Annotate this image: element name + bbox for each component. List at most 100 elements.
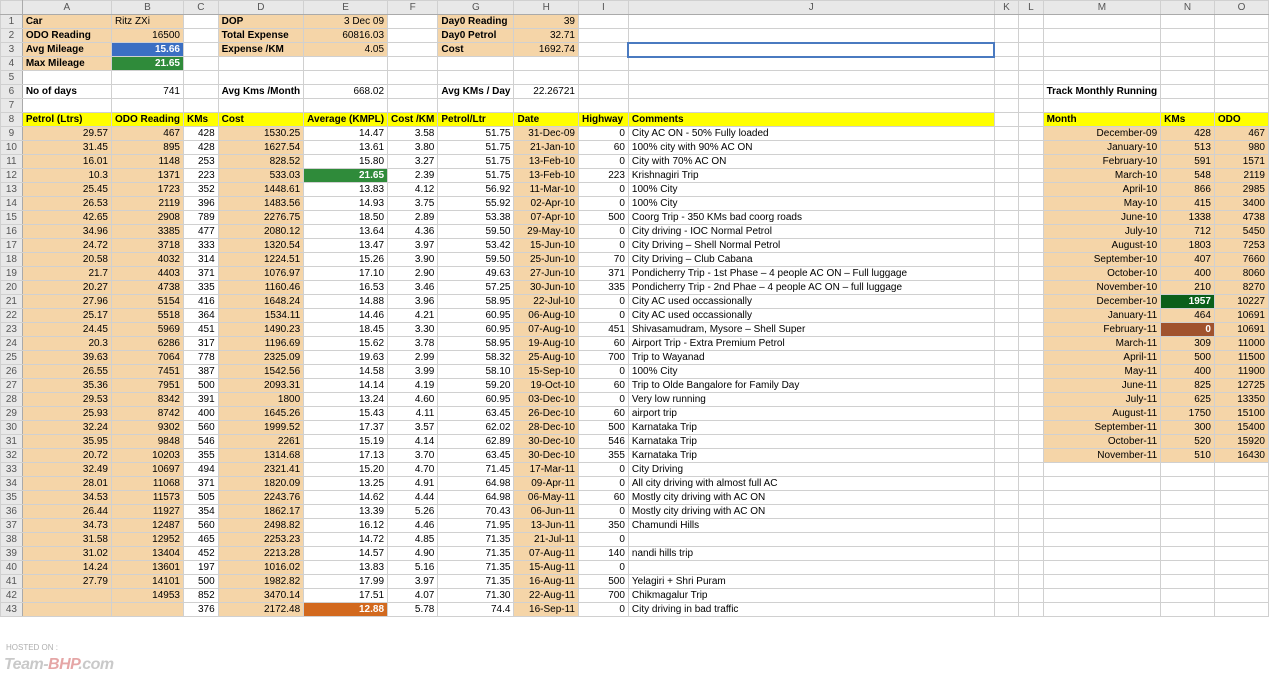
cell-12-L[interactable] xyxy=(1019,169,1043,183)
cell-28-E[interactable]: 13.24 xyxy=(304,393,388,407)
cell-42-I[interactable]: 700 xyxy=(578,589,628,603)
cell-1-B[interactable]: Ritz ZXi xyxy=(111,15,183,29)
cell-6-N[interactable] xyxy=(1161,85,1215,99)
cell-29-J[interactable]: airport trip xyxy=(628,407,994,421)
row-hdr[interactable]: 33 xyxy=(1,463,23,477)
cell-36-L[interactable] xyxy=(1019,505,1043,519)
cell-27-E[interactable]: 14.14 xyxy=(304,379,388,393)
row-hdr[interactable]: 25 xyxy=(1,351,23,365)
cell-25-G[interactable]: 58.32 xyxy=(438,351,514,365)
cell-35-K[interactable] xyxy=(994,491,1018,505)
cell-19-F[interactable]: 2.90 xyxy=(388,267,438,281)
cell-34-N[interactable] xyxy=(1161,477,1215,491)
cell-25-J[interactable]: Trip to Wayanad xyxy=(628,351,994,365)
cell-17-F[interactable]: 3.97 xyxy=(388,239,438,253)
cell-11-H[interactable]: 13-Feb-10 xyxy=(514,155,579,169)
cell-4-E[interactable] xyxy=(304,57,388,71)
cell-3-H[interactable]: 1692.74 xyxy=(514,43,579,57)
cell-38-C[interactable]: 465 xyxy=(183,533,218,547)
cell-29-A[interactable]: 25.93 xyxy=(22,407,111,421)
cell-35-C[interactable]: 505 xyxy=(183,491,218,505)
cell-29-I[interactable]: 60 xyxy=(578,407,628,421)
row-hdr[interactable]: 4 xyxy=(1,57,23,71)
cell-5-A[interactable] xyxy=(22,71,111,85)
cell-41-I[interactable]: 500 xyxy=(578,575,628,589)
cell-39-J[interactable]: nandi hills trip xyxy=(628,547,994,561)
cell-22-E[interactable]: 14.46 xyxy=(304,309,388,323)
row-hdr[interactable]: 13 xyxy=(1,183,23,197)
cell-39-C[interactable]: 452 xyxy=(183,547,218,561)
cell-10-D[interactable]: 1627.54 xyxy=(218,141,304,155)
cell-20-I[interactable]: 335 xyxy=(578,281,628,295)
row-hdr[interactable]: 36 xyxy=(1,505,23,519)
cell-27-G[interactable]: 59.20 xyxy=(438,379,514,393)
spreadsheet-grid[interactable]: ABCDEFGHIJKLMNO1CarRitz ZXiDOP3 Dec 09Da… xyxy=(0,0,1269,617)
cell-5-B[interactable] xyxy=(111,71,183,85)
cell-41-M[interactable] xyxy=(1043,575,1161,589)
cell-8-O[interactable]: ODO xyxy=(1214,113,1268,127)
cell-36-G[interactable]: 70.43 xyxy=(438,505,514,519)
cell-38-I[interactable]: 0 xyxy=(578,533,628,547)
cell-33-M[interactable] xyxy=(1043,463,1161,477)
cell-43-N[interactable] xyxy=(1161,603,1215,617)
cell-39-L[interactable] xyxy=(1019,547,1043,561)
cell-37-F[interactable]: 4.46 xyxy=(388,519,438,533)
cell-8-G[interactable]: Petrol/Ltr xyxy=(438,113,514,127)
cell-3-D[interactable]: Expense /KM xyxy=(218,43,304,57)
cell-24-M[interactable]: March-11 xyxy=(1043,337,1161,351)
cell-34-G[interactable]: 64.98 xyxy=(438,477,514,491)
cell-34-F[interactable]: 4.91 xyxy=(388,477,438,491)
cell-39-O[interactable] xyxy=(1214,547,1268,561)
col-hdr-[interactable] xyxy=(1,1,23,15)
cell-10-A[interactable]: 31.45 xyxy=(22,141,111,155)
cell-37-D[interactable]: 2498.82 xyxy=(218,519,304,533)
cell-29-G[interactable]: 63.45 xyxy=(438,407,514,421)
cell-39-F[interactable]: 4.90 xyxy=(388,547,438,561)
row-hdr[interactable]: 41 xyxy=(1,575,23,589)
cell-20-O[interactable]: 8270 xyxy=(1214,281,1268,295)
cell-23-N[interactable]: 0 xyxy=(1161,323,1215,337)
cell-39-B[interactable]: 13404 xyxy=(111,547,183,561)
cell-30-F[interactable]: 3.57 xyxy=(388,421,438,435)
cell-36-I[interactable]: 0 xyxy=(578,505,628,519)
cell-36-E[interactable]: 13.39 xyxy=(304,505,388,519)
cell-38-K[interactable] xyxy=(994,533,1018,547)
cell-38-N[interactable] xyxy=(1161,533,1215,547)
cell-9-M[interactable]: December-09 xyxy=(1043,127,1161,141)
cell-39-E[interactable]: 14.57 xyxy=(304,547,388,561)
cell-35-G[interactable]: 64.98 xyxy=(438,491,514,505)
cell-11-D[interactable]: 828.52 xyxy=(218,155,304,169)
cell-19-M[interactable]: October-10 xyxy=(1043,267,1161,281)
cell-18-B[interactable]: 4032 xyxy=(111,253,183,267)
row-hdr[interactable]: 21 xyxy=(1,295,23,309)
cell-24-O[interactable]: 11000 xyxy=(1214,337,1268,351)
cell-36-F[interactable]: 5.26 xyxy=(388,505,438,519)
cell-28-A[interactable]: 29.53 xyxy=(22,393,111,407)
cell-4-G[interactable] xyxy=(438,57,514,71)
cell-20-H[interactable]: 30-Jun-10 xyxy=(514,281,579,295)
cell-13-I[interactable]: 0 xyxy=(578,183,628,197)
row-hdr[interactable]: 2 xyxy=(1,29,23,43)
cell-33-O[interactable] xyxy=(1214,463,1268,477)
cell-10-B[interactable]: 895 xyxy=(111,141,183,155)
cell-7-B[interactable] xyxy=(111,99,183,113)
row-hdr[interactable]: 31 xyxy=(1,435,23,449)
cell-26-M[interactable]: May-11 xyxy=(1043,365,1161,379)
cell-10-G[interactable]: 51.75 xyxy=(438,141,514,155)
cell-25-O[interactable]: 11500 xyxy=(1214,351,1268,365)
row-hdr[interactable]: 11 xyxy=(1,155,23,169)
cell-22-D[interactable]: 1534.11 xyxy=(218,309,304,323)
cell-18-D[interactable]: 1224.51 xyxy=(218,253,304,267)
cell-37-N[interactable] xyxy=(1161,519,1215,533)
cell-9-O[interactable]: 467 xyxy=(1214,127,1268,141)
col-hdr-F[interactable]: F xyxy=(388,1,438,15)
cell-21-B[interactable]: 5154 xyxy=(111,295,183,309)
cell-42-C[interactable]: 852 xyxy=(183,589,218,603)
cell-9-G[interactable]: 51.75 xyxy=(438,127,514,141)
col-hdr-A[interactable]: A xyxy=(22,1,111,15)
row-hdr[interactable]: 9 xyxy=(1,127,23,141)
cell-33-C[interactable]: 494 xyxy=(183,463,218,477)
cell-3-C[interactable] xyxy=(183,43,218,57)
cell-18-H[interactable]: 25-Jun-10 xyxy=(514,253,579,267)
cell-31-C[interactable]: 546 xyxy=(183,435,218,449)
